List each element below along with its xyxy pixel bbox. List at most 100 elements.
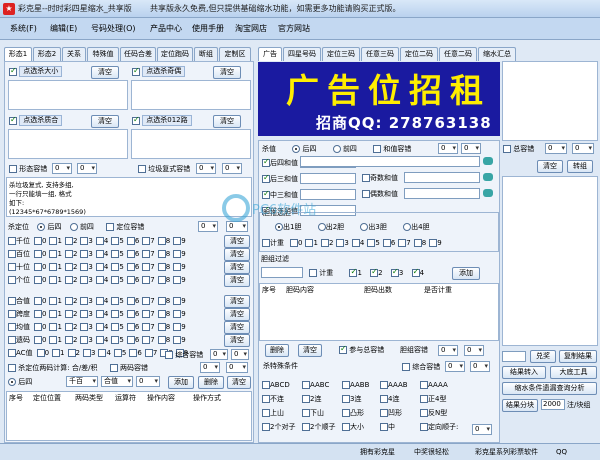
checkbox[interactable] — [34, 250, 42, 258]
checkbox[interactable] — [503, 145, 511, 153]
checkbox[interactable] — [173, 297, 182, 305]
checkbox[interactable] — [64, 250, 73, 258]
checkbox[interactable] — [342, 423, 350, 431]
checkbox[interactable] — [95, 276, 104, 284]
checkbox[interactable] — [9, 165, 17, 173]
sum-tolerance-from[interactable]: 0 — [210, 349, 228, 360]
checkbox[interactable] — [64, 310, 73, 318]
selector-012-box[interactable] — [131, 129, 251, 159]
checkbox[interactable] — [126, 336, 135, 344]
menu-system[interactable]: 系统(F) — [10, 23, 37, 34]
clear-button[interactable]: 清空 — [224, 295, 250, 308]
checkbox[interactable] — [342, 409, 350, 417]
checkbox[interactable] — [309, 269, 317, 277]
checkbox[interactable] — [95, 297, 104, 305]
checkbox[interactable] — [80, 250, 89, 258]
checkbox[interactable] — [80, 336, 89, 344]
delete-button[interactable]: 删除 — [265, 344, 289, 357]
selector-parity-button[interactable]: 点选杀奇偶 — [142, 66, 186, 77]
gall-tolerance-from[interactable]: 0 — [438, 345, 458, 356]
checkbox[interactable] — [173, 237, 182, 245]
checkbox[interactable] — [262, 381, 270, 389]
checkbox[interactable] — [380, 395, 388, 403]
checkbox[interactable] — [8, 250, 16, 258]
checkbox[interactable] — [34, 263, 42, 271]
checkbox[interactable] — [126, 310, 135, 318]
tab-break[interactable]: 断组 — [194, 47, 218, 61]
checkbox[interactable] — [49, 297, 58, 305]
checkbox[interactable] — [82, 349, 91, 357]
radio-back4[interactable] — [8, 378, 16, 386]
checkbox[interactable] — [138, 165, 146, 173]
checkbox[interactable] — [126, 237, 135, 245]
checkbox[interactable] — [9, 115, 17, 125]
shape-tolerance-to[interactable]: 0 — [77, 163, 97, 174]
checkbox[interactable] — [420, 395, 428, 403]
checkbox[interactable] — [34, 323, 42, 331]
radio-gall4[interactable] — [403, 223, 412, 231]
checkbox[interactable] — [34, 310, 42, 318]
checkbox[interactable] — [173, 323, 182, 331]
checkbox[interactable] — [173, 276, 182, 284]
tab-summary[interactable]: 缩水汇总 — [478, 47, 516, 61]
checkbox[interactable] — [339, 344, 347, 354]
checkbox[interactable] — [262, 395, 270, 403]
clear-button[interactable]: 清空 — [91, 115, 119, 128]
total-tolerance-from[interactable]: 0 — [545, 143, 567, 154]
checkbox[interactable] — [8, 364, 16, 372]
checkbox[interactable] — [8, 297, 16, 305]
checkbox[interactable] — [157, 336, 166, 344]
checkbox[interactable] — [126, 276, 135, 284]
pos-calc-tolerance-to[interactable]: 0 — [226, 362, 248, 373]
pos-calc-position[interactable]: 千百 — [66, 376, 98, 387]
checkbox[interactable] — [80, 237, 89, 245]
selector-parity-box[interactable] — [131, 80, 251, 110]
gall-filter-input[interactable] — [261, 267, 303, 278]
checkbox[interactable] — [109, 364, 118, 372]
tab-shape1[interactable]: 形态1 — [4, 47, 32, 61]
checkbox[interactable] — [111, 323, 120, 331]
checkbox[interactable] — [402, 363, 410, 371]
checkbox[interactable] — [34, 297, 42, 305]
special-tolerance-from[interactable]: 0 — [445, 361, 465, 372]
checkbox[interactable] — [8, 336, 16, 344]
checkbox[interactable] — [262, 173, 270, 183]
selector-prime-button[interactable]: 点选杀质合 — [19, 115, 63, 126]
special-tolerance-to[interactable]: 0 — [470, 361, 490, 372]
checkbox[interactable] — [95, 263, 104, 271]
sum-value-tolerance-to[interactable]: 0 — [461, 143, 481, 154]
clear-button[interactable]: 清空 — [224, 261, 250, 274]
checkbox[interactable] — [370, 267, 379, 277]
radio-back4[interactable] — [292, 145, 301, 153]
total-tolerance-to[interactable]: 0 — [572, 143, 594, 154]
pos-calc-kind[interactable]: 合值 — [101, 376, 133, 387]
checkbox[interactable] — [80, 297, 89, 305]
radio-front4[interactable] — [332, 145, 341, 153]
shape-tolerance-from[interactable]: 0 — [52, 163, 72, 174]
clear-button[interactable]: 清空 — [224, 321, 250, 334]
checkbox[interactable] — [111, 336, 120, 344]
checkbox[interactable] — [126, 250, 135, 258]
checkbox[interactable] — [67, 349, 76, 357]
checkbox[interactable] — [142, 250, 151, 258]
add-button[interactable]: 添加 — [452, 267, 480, 280]
checkbox[interactable] — [342, 395, 350, 403]
tab-four-star[interactable]: 四星号码 — [283, 47, 321, 61]
results-box-top[interactable] — [502, 61, 598, 141]
checkbox[interactable] — [390, 267, 399, 277]
checkbox[interactable] — [95, 250, 104, 258]
checkbox[interactable] — [106, 223, 115, 231]
checkbox[interactable] — [64, 323, 73, 331]
selector-prime-box[interactable] — [8, 129, 128, 159]
tab-pos3[interactable]: 定位三码 — [322, 47, 360, 61]
radio-front4[interactable] — [69, 223, 78, 231]
checkbox[interactable] — [173, 263, 182, 271]
checkbox[interactable] — [302, 395, 310, 403]
checkbox[interactable] — [142, 310, 151, 318]
checkbox[interactable] — [142, 297, 151, 305]
clear-button[interactable]: 清空 — [224, 274, 250, 287]
checkbox[interactable] — [380, 409, 388, 417]
checkbox[interactable] — [165, 351, 173, 359]
checkbox[interactable] — [95, 323, 104, 331]
query-button[interactable]: 兑奖 — [530, 350, 556, 363]
